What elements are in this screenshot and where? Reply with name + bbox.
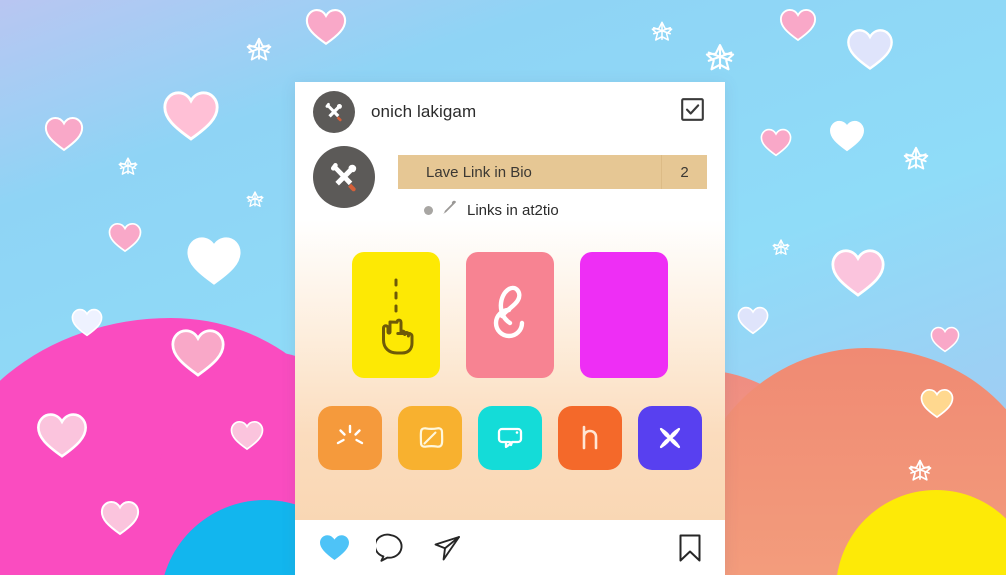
instagram-post-card: onich lakigam Lave Link in Bio 2 Links i… bbox=[295, 82, 725, 575]
decorative-heart-icon bbox=[162, 90, 220, 142]
rounded-square-icon bbox=[419, 427, 444, 448]
decorative-star-icon bbox=[246, 190, 264, 208]
post-header: onich lakigam bbox=[295, 82, 725, 142]
decorative-heart-icon bbox=[930, 326, 960, 353]
decorative-heart-icon bbox=[737, 306, 769, 335]
post-action-bar bbox=[295, 520, 725, 575]
wallpaper-stage: onich lakigam Lave Link in Bio 2 Links i… bbox=[0, 0, 1006, 575]
links-subtitle-label: Links in at2tio bbox=[467, 201, 559, 219]
status-dot-icon bbox=[424, 205, 433, 215]
decorative-heart-icon bbox=[108, 222, 142, 253]
decorative-heart-icon bbox=[170, 328, 226, 378]
tile-chat[interactable] bbox=[478, 406, 542, 470]
decorative-heart-icon bbox=[230, 420, 264, 451]
decorative-star-icon bbox=[118, 156, 138, 176]
decorative-heart-icon bbox=[920, 388, 954, 419]
decorative-heart-icon bbox=[829, 120, 865, 152]
decorative-heart-icon bbox=[830, 248, 886, 298]
username-label: onich lakigam bbox=[371, 102, 477, 121]
links-subtitle-row: Links in at2tio bbox=[398, 200, 707, 220]
decorative-heart-icon bbox=[305, 8, 347, 46]
decorative-heart-icon bbox=[760, 128, 792, 157]
decorative-heart-icon bbox=[779, 8, 817, 42]
send-arrow-icon[interactable] bbox=[432, 533, 462, 563]
link-in-bio-bar[interactable]: Lave Link in Bio 2 bbox=[398, 155, 707, 189]
chat-bubble-icon bbox=[497, 427, 523, 449]
loop-hook-icon bbox=[493, 285, 525, 339]
tile-square[interactable] bbox=[398, 406, 462, 470]
bio-content: Lave Link in Bio 2 Links in at2tio bbox=[398, 146, 707, 220]
sparkle-burst-icon bbox=[336, 424, 364, 445]
x-cross-icon bbox=[659, 427, 681, 449]
letter-h-icon bbox=[582, 425, 598, 450]
link-in-bio-label: Lave Link in Bio bbox=[426, 163, 532, 181]
arrow-pin-icon bbox=[440, 200, 458, 220]
card-blank-magenta[interactable] bbox=[580, 252, 668, 378]
tap-hand-icon bbox=[382, 278, 414, 355]
tile-sparkle[interactable] bbox=[318, 406, 382, 470]
bio-row: Lave Link in Bio 2 Links in at2tio bbox=[295, 142, 725, 220]
heart-filled-icon[interactable] bbox=[319, 534, 350, 562]
decorative-star-icon bbox=[705, 42, 735, 72]
decorative-star-icon bbox=[908, 458, 932, 482]
crossed-tools-icon[interactable] bbox=[313, 146, 375, 208]
big-card-row bbox=[295, 252, 725, 378]
post-media-panel bbox=[295, 220, 725, 520]
decorative-heart-icon bbox=[846, 28, 894, 71]
decorative-star-icon bbox=[903, 145, 929, 171]
decorative-heart-icon bbox=[44, 116, 84, 152]
decorative-star-icon bbox=[772, 238, 790, 256]
link-in-bio-count: 2 bbox=[661, 155, 707, 189]
tile-letter-h[interactable] bbox=[558, 406, 622, 470]
decorative-star-icon bbox=[651, 20, 673, 42]
checkbox-checked-icon[interactable] bbox=[680, 97, 705, 127]
small-tile-row bbox=[295, 406, 725, 470]
comment-bubble-icon[interactable] bbox=[376, 533, 406, 563]
decorative-star-icon bbox=[246, 36, 272, 62]
decorative-heart-icon bbox=[100, 500, 140, 536]
card-tap-gesture[interactable] bbox=[352, 252, 440, 378]
card-loop[interactable] bbox=[466, 252, 554, 378]
decorative-heart-icon bbox=[186, 236, 242, 286]
decorative-heart-icon bbox=[36, 412, 88, 459]
bookmark-icon[interactable] bbox=[677, 533, 703, 563]
tile-cross[interactable] bbox=[638, 406, 702, 470]
decorative-heart-icon bbox=[71, 308, 103, 337]
crossed-tools-icon[interactable] bbox=[313, 91, 355, 133]
